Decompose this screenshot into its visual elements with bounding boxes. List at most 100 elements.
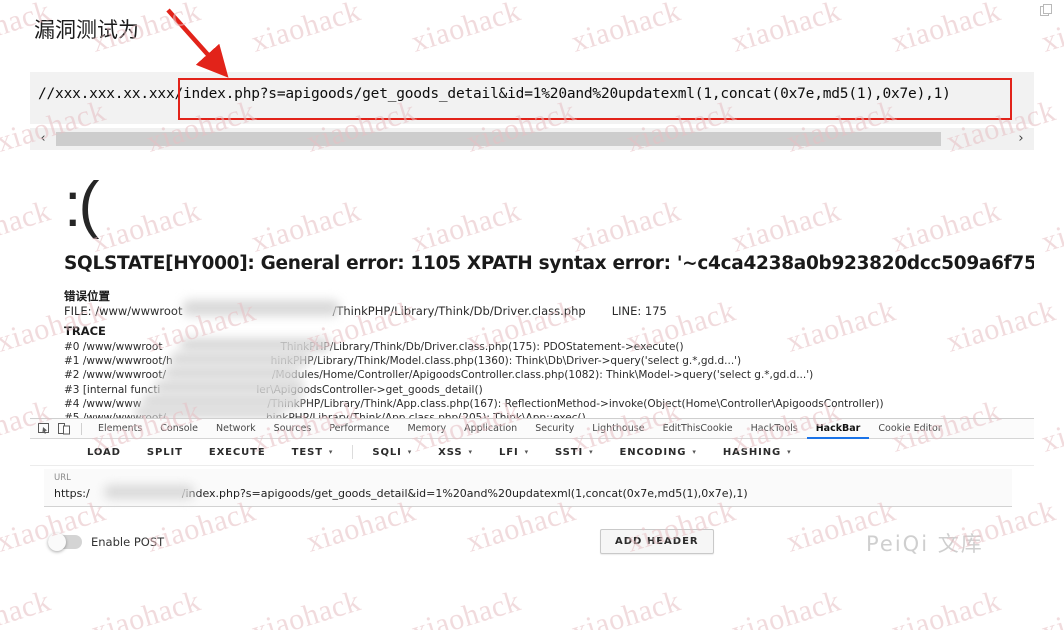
hackbar-button-encoding[interactable]: ENCODING ▾: [607, 447, 710, 458]
trace-index: #2 /www/wwwroot/: [64, 369, 167, 382]
devtools-tab-performance[interactable]: Performance: [320, 419, 398, 439]
hackbar-button-label: SQLI: [372, 446, 402, 458]
watermark-text: xiaohack: [567, 0, 685, 59]
devtools-tab-lighthouse[interactable]: Lighthouse: [583, 419, 653, 439]
watermark-text: xiaohack: [407, 584, 525, 630]
trace-row: #1 /www/wwwroot/h hinkPHP/Library/Think/M…: [64, 354, 884, 368]
chevron-down-icon[interactable]: ▾: [692, 448, 696, 456]
horizontal-scrollbar[interactable]: ‹ ›: [30, 128, 1034, 150]
devtools-panel: Elements Console Network Sources Performance…: [30, 418, 1034, 582]
trace-list: #0 /www/wwwroot ThinkPHP/Library/Think/Db…: [64, 340, 884, 418]
hackbar-button-label: SPLIT: [146, 446, 183, 458]
trace-suffix: ler\ApigoodsController->get_goods_detail…: [256, 383, 483, 396]
devtools-tab-console[interactable]: Console: [151, 419, 207, 439]
chevron-down-icon[interactable]: ▾: [408, 448, 412, 456]
hackbar-button-split[interactable]: SPLIT: [134, 447, 196, 458]
scroll-left-icon[interactable]: ‹: [30, 128, 56, 150]
hackbar-button-label: LOAD: [87, 446, 121, 458]
chevron-down-icon[interactable]: ▾: [787, 448, 791, 456]
hackbar-button-label: TEST: [291, 446, 323, 458]
watermark-text: xiaohack: [1037, 394, 1064, 459]
peiqi-brand-watermark: PeiQi 文库: [866, 532, 984, 556]
chevron-down-icon[interactable]: ▾: [469, 448, 473, 456]
copy-icon[interactable]: [1040, 4, 1054, 18]
devtools-tab-sources[interactable]: Sources: [265, 419, 321, 439]
enable-post-label: Enable POST: [91, 535, 165, 549]
device-toolbar-icon[interactable]: [54, 421, 74, 437]
hackbar-url-suffix: /index.php?s=apigoods/get_goods_detail&i…: [181, 487, 748, 500]
browser-url-text: //xxx.xxx.xx.xxx/index.php?s=apigoods/ge…: [38, 86, 951, 102]
toggle-switch-track[interactable]: [48, 533, 82, 551]
watermark-text: xiaohack: [407, 0, 525, 59]
devtools-tab-editthiscookie[interactable]: EditThisCookie: [654, 419, 742, 439]
hackbar-button-ssti[interactable]: SSTI ▾: [542, 447, 607, 458]
chevron-down-icon[interactable]: ▾: [525, 448, 529, 456]
trace-index: #0 /www/wwwroot: [64, 341, 163, 353]
scrollbar-track[interactable]: [56, 132, 1008, 146]
trace-suffix: hinkPHP/Library/Think/Model.class.php(13…: [270, 355, 742, 368]
devtools-tab-memory[interactable]: Memory: [398, 419, 455, 439]
hackbar-button-xss[interactable]: XSS ▾: [425, 447, 486, 458]
hackbar-url-field[interactable]: URL https:/ /index.php?s=apigoods/get_goo…: [44, 469, 1012, 507]
trace-index: #4 /www/www: [64, 397, 142, 410]
trace-suffix: /Modules/Home/Controller/ApigoodsControl…: [272, 369, 814, 382]
toolbar-divider: [81, 422, 82, 435]
hackbar-button-label: EXECUTE: [208, 446, 266, 458]
trace-index: #1 /www/wwwroot/h: [64, 355, 173, 368]
hackbar-button-test[interactable]: TEST ▾: [279, 447, 347, 458]
devtools-tab-network[interactable]: Network: [207, 419, 265, 439]
error-file-prefix: FILE: /www/wwwroot: [64, 304, 183, 318]
chevron-down-icon[interactable]: ▾: [589, 448, 593, 456]
enable-post-toggle[interactable]: Enable POST: [48, 533, 165, 551]
devtools-tab-cookie-editor[interactable]: Cookie Editor: [869, 419, 950, 439]
devtools-tab-application[interactable]: Application: [455, 419, 526, 439]
watermark-text: xiaohack: [567, 584, 685, 630]
add-header-button[interactable]: ADD HEADER: [600, 529, 714, 554]
watermark-text: xiaohack: [1037, 194, 1064, 259]
trace-row: #0 /www/wwwroot ThinkPHP/Library/Think/Db…: [64, 340, 884, 354]
devtools-tabbar: Elements Console Network Sources Performance…: [30, 419, 1034, 439]
watermark-text: xiaohack: [727, 584, 845, 630]
watermark-text: xiaohack: [0, 584, 55, 630]
devtools-tab-security[interactable]: Security: [526, 419, 583, 439]
devtools-tab-elements[interactable]: Elements: [89, 419, 151, 439]
watermark-text: xiaohack: [87, 584, 205, 630]
error-file-suffix: /ThinkPHP/Library/Think/Db/Driver.class.…: [332, 304, 586, 318]
hackbar-button-label: HASHING: [722, 446, 782, 458]
toolbar-divider: [352, 445, 354, 459]
devtools-tab-hackbar[interactable]: HackBar: [806, 419, 870, 439]
watermark-text: xiaohack: [887, 584, 1005, 630]
error-page: :( SQLSTATE[HY000]: General error: 1105 …: [30, 160, 1034, 418]
trace-row: #4 /www/www/ThinkPHP/Library/Think/App.c…: [64, 397, 884, 411]
trace-row: #3 [internal functi ler\ApigoodsControlle…: [64, 383, 884, 397]
watermark-text: xiaohack: [247, 584, 365, 630]
chevron-down-icon[interactable]: ▾: [329, 448, 333, 456]
trace-row: #5 /www/wwwroot/...hinkPHP/Library/Think…: [64, 411, 884, 418]
toggle-switch-knob[interactable]: [48, 533, 66, 551]
error-position-heading: 错误位置: [64, 289, 110, 303]
hackbar-url-prefix: https:/: [54, 487, 90, 500]
hackbar-button-lfi[interactable]: LFI ▾: [486, 447, 542, 458]
scrollbar-thumb[interactable]: [56, 132, 942, 146]
trace-heading: TRACE: [64, 324, 106, 338]
sad-face-glyph: :(: [64, 170, 100, 240]
red-arrow-icon: [166, 8, 229, 78]
hackbar-footer: Enable POST ADD HEADER PeiQi 文库: [30, 524, 1034, 582]
hackbar-button-execute[interactable]: EXECUTE: [196, 447, 279, 458]
hackbar-button-label: LFI: [498, 446, 519, 458]
hackbar-primary-actions: LOAD SPLIT EXECUTE TEST ▾: [74, 447, 346, 458]
trace-row: #2 /www/wwwroot/ /Modules/Home/Controller…: [64, 368, 884, 382]
trace-suffix: /ThinkPHP/Library/Think/App.class.php(16…: [267, 397, 884, 410]
hackbar-button-label: XSS: [438, 446, 463, 458]
hackbar-button-label: SSTI: [555, 446, 584, 458]
hackbar-url-label: URL: [54, 473, 71, 483]
scroll-right-icon[interactable]: ›: [1008, 128, 1034, 150]
devtools-tab-hacktools[interactable]: HackTools: [742, 419, 807, 439]
hackbar-url-value[interactable]: https:/ /index.php?s=apigoods/get_goods_d…: [54, 487, 1002, 500]
watermark-text: xiaohack: [887, 0, 1005, 59]
hackbar-button-load[interactable]: LOAD: [74, 447, 134, 458]
inspect-element-icon[interactable]: [34, 421, 54, 437]
hackbar-button-hashing[interactable]: HASHING ▾: [710, 447, 805, 458]
hackbar-button-sqli[interactable]: SQLI ▾: [359, 447, 425, 458]
annotation-text: 漏洞测试为: [34, 18, 139, 42]
